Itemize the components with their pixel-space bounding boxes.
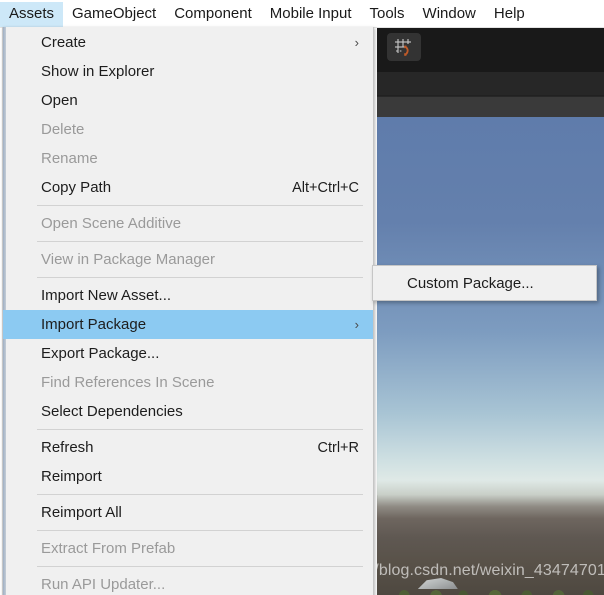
menubar-item-label: GameObject — [72, 5, 157, 22]
menu-item-import-package[interactable]: Import Package › — [3, 310, 373, 339]
main-menu-bar: Assets GameObject Component Mobile Input Too… — [0, 0, 604, 28]
menu-separator — [37, 530, 363, 531]
import-package-submenu[interactable]: Custom Package... — [372, 265, 597, 301]
menu-item-shortcut: Alt+Ctrl+C — [292, 179, 359, 196]
menu-item-label: Reimport — [41, 468, 102, 485]
menu-item-label: Show in Explorer — [41, 63, 155, 80]
menubar-item-assets[interactable]: Assets — [0, 0, 64, 27]
menubar-item-tools[interactable]: Tools — [361, 0, 414, 27]
scene-toolbar-secondary — [377, 72, 604, 97]
menu-item-label: Select Dependencies — [41, 403, 183, 420]
menu-item-import-new-asset[interactable]: Import New Asset... — [3, 281, 373, 310]
menubar-item-mobile-input[interactable]: Mobile Input — [261, 0, 361, 27]
window-top-edge — [0, 0, 604, 2]
menu-item-run-api-updater: Run API Updater... — [3, 570, 373, 595]
menu-item-open[interactable]: Open — [3, 86, 373, 115]
menu-item-label: Create — [41, 34, 87, 51]
menu-separator — [37, 205, 363, 206]
menu-item-open-scene-additive: Open Scene Additive — [3, 209, 373, 238]
menubar-item-help[interactable]: Help — [485, 0, 534, 27]
menu-item-find-references-in-scene: Find References In Scene — [3, 368, 373, 397]
menubar-item-label: Help — [493, 5, 525, 22]
menubar-item-window[interactable]: Window — [414, 0, 485, 27]
menubar-item-label: Tools — [369, 5, 405, 22]
scene-view-viewport[interactable] — [377, 117, 604, 595]
menu-item-shortcut: Ctrl+R — [317, 439, 360, 456]
menu-item-label: Extract From Prefab — [41, 540, 176, 557]
menu-item-rename: Rename — [3, 144, 373, 173]
menu-item-view-in-package-manager: View in Package Manager — [3, 245, 373, 274]
menu-item-custom-package[interactable]: Custom Package... — [373, 269, 596, 297]
menu-item-label: Refresh — [41, 439, 94, 456]
menu-item-label: Reimport All — [41, 504, 122, 521]
menu-item-label: Find References In Scene — [41, 374, 215, 391]
menu-item-export-package[interactable]: Export Package... — [3, 339, 373, 368]
grid-snap-button[interactable] — [387, 33, 421, 61]
menu-item-label: View in Package Manager — [41, 251, 215, 268]
menu-item-reimport-all[interactable]: Reimport All — [3, 498, 373, 527]
menubar-item-label: Window — [422, 5, 476, 22]
menu-item-label: Copy Path — [41, 179, 112, 196]
menu-item-reimport[interactable]: Reimport — [3, 462, 373, 491]
menu-item-extract-from-prefab: Extract From Prefab — [3, 534, 373, 563]
grid-snap-icon — [387, 33, 421, 61]
chevron-right-icon: › — [354, 317, 359, 332]
menu-item-label: Rename — [41, 150, 98, 167]
chevron-right-icon: › — [354, 35, 359, 50]
menu-item-label: Delete — [41, 121, 85, 138]
menubar-item-label: Assets — [9, 5, 55, 22]
toolbar-divider — [377, 95, 604, 96]
scene-tab-bar — [377, 97, 604, 117]
menu-item-label: Open — [41, 92, 78, 109]
assets-dropdown-menu[interactable]: Create › Show in Explorer Open Delete Rename C… — [2, 27, 374, 595]
menu-item-create[interactable]: Create › — [3, 28, 373, 57]
menu-item-copy-path[interactable]: Copy Path Alt+Ctrl+C — [3, 173, 373, 202]
menubar-item-label: Component — [174, 5, 252, 22]
menu-item-label: Export Package... — [41, 345, 160, 362]
menu-item-delete: Delete — [3, 115, 373, 144]
menubar-item-label: Mobile Input — [269, 5, 352, 22]
menu-separator — [37, 277, 363, 278]
menubar-item-gameobject[interactable]: GameObject — [63, 0, 165, 27]
menu-separator — [37, 429, 363, 430]
menu-separator — [37, 566, 363, 567]
menu-item-show-in-explorer[interactable]: Show in Explorer — [3, 57, 373, 86]
menu-separator — [37, 494, 363, 495]
menu-separator — [37, 241, 363, 242]
menu-item-label: Import New Asset... — [41, 287, 172, 304]
menu-item-label: Open Scene Additive — [41, 215, 182, 232]
menu-item-label: Custom Package... — [407, 274, 534, 292]
menubar-item-component[interactable]: Component — [165, 0, 261, 27]
menu-item-label: Import Package — [41, 316, 147, 333]
menu-item-select-dependencies[interactable]: Select Dependencies — [3, 397, 373, 426]
menu-item-label: Run API Updater... — [41, 576, 166, 593]
menu-item-refresh[interactable]: Refresh Ctrl+R — [3, 433, 373, 462]
unity-editor-window: https://blog.csdn.net/weixin_43474701 As… — [0, 0, 604, 595]
